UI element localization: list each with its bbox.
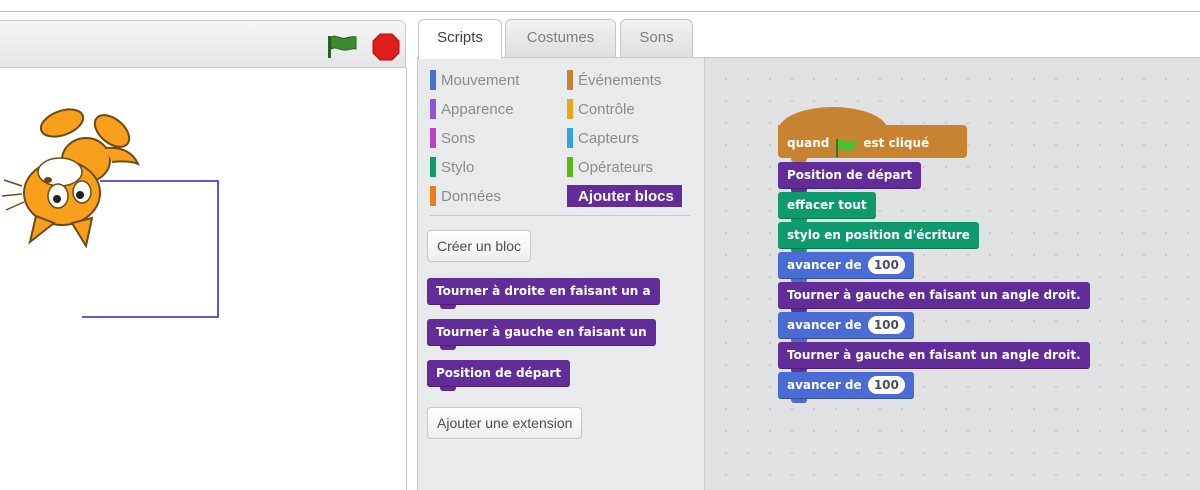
category-apparence[interactable]: Apparence (430, 98, 514, 120)
category-capteurs[interactable]: Capteurs (567, 127, 639, 149)
category-color-swatch (430, 186, 436, 206)
category-controle[interactable]: Contrôle (567, 98, 635, 120)
category-label: Événements (578, 71, 662, 89)
script-block-avancer[interactable]: avancer de 100 (778, 312, 914, 343)
script-block-effacer-tout[interactable]: effacer tout (778, 192, 876, 223)
category-label: Ajouter blocs (578, 187, 674, 205)
scratch-cat-sprite (1, 108, 140, 249)
category-donnees[interactable]: Données (430, 185, 501, 207)
stop-icon[interactable] (372, 33, 400, 61)
block-label: avancer de (787, 258, 862, 272)
block-palette: Mouvement Apparence Sons Stylo Données É… (417, 57, 704, 490)
category-color-swatch (567, 70, 573, 90)
category-color-swatch (430, 99, 436, 119)
script-block-avancer[interactable]: avancer de 100 (778, 372, 914, 403)
category-color-swatch (567, 157, 573, 177)
category-label: Capteurs (578, 129, 639, 147)
category-color-swatch (430, 128, 436, 148)
category-color-swatch (430, 157, 436, 177)
category-label: Données (441, 187, 502, 205)
tab-scripts[interactable]: Scripts (418, 19, 502, 59)
number-input[interactable]: 100 (867, 375, 905, 394)
top-rule (0, 11, 1200, 12)
number-input[interactable]: 100 (867, 255, 905, 274)
palette-block-tourner-gauche[interactable]: Tourner à gauche en faisant un (427, 319, 656, 350)
category-label: Opérateurs (578, 158, 654, 176)
green-flag-icon[interactable] (326, 34, 358, 60)
category-ajouter-blocs[interactable]: Ajouter blocs (567, 185, 682, 207)
tab-sons[interactable]: Sons (620, 19, 693, 57)
script-block-tourner-gauche[interactable]: Tourner à gauche en faisant un angle dro… (778, 342, 1090, 373)
number-input[interactable]: 100 (867, 315, 905, 334)
hat-block-label: est cliqué (863, 136, 930, 150)
category-mouvement[interactable]: Mouvement (430, 69, 519, 91)
tab-costumes[interactable]: Costumes (505, 19, 616, 57)
script-block-position-depart[interactable]: Position de départ (778, 162, 922, 193)
script-block-avancer[interactable]: avancer de 100 (778, 252, 914, 283)
block-label: avancer de (787, 318, 862, 332)
category-color-swatch (567, 128, 573, 148)
category-sons[interactable]: Sons (430, 127, 475, 149)
palette-block-tourner-droite[interactable]: Tourner à droite en faisant un a (427, 278, 660, 309)
stage-header (0, 20, 406, 68)
palette-divider (430, 215, 690, 216)
category-label: Mouvement (441, 71, 520, 89)
category-evenements[interactable]: Événements (567, 69, 661, 91)
category-label: Sons (441, 129, 476, 147)
add-extension-button[interactable]: Ajouter une extension (427, 407, 583, 439)
category-label: Stylo (441, 158, 475, 176)
category-color-swatch (430, 70, 436, 90)
category-color-swatch (567, 99, 573, 119)
script-block-tourner-gauche[interactable]: Tourner à gauche en faisant un angle dro… (778, 282, 1090, 313)
category-label: Apparence (441, 100, 514, 118)
palette-block-position-depart[interactable]: Position de départ (427, 360, 571, 391)
stage[interactable] (0, 68, 407, 490)
pen-trail (82, 180, 219, 318)
category-stylo[interactable]: Stylo (430, 156, 474, 178)
category-operateurs[interactable]: Opérateurs (567, 156, 653, 178)
category-color-swatch (567, 186, 573, 206)
when-flag-clicked-block[interactable]: quand est cliqué (778, 125, 967, 162)
script-block-stylo-ecriture[interactable]: stylo en position d'écriture (778, 222, 979, 253)
hat-block-label: quand (787, 136, 830, 150)
block-label: avancer de (787, 378, 862, 392)
green-flag-icon (835, 136, 857, 157)
make-block-button[interactable]: Créer un bloc (427, 230, 532, 262)
category-label: Contrôle (578, 100, 635, 118)
